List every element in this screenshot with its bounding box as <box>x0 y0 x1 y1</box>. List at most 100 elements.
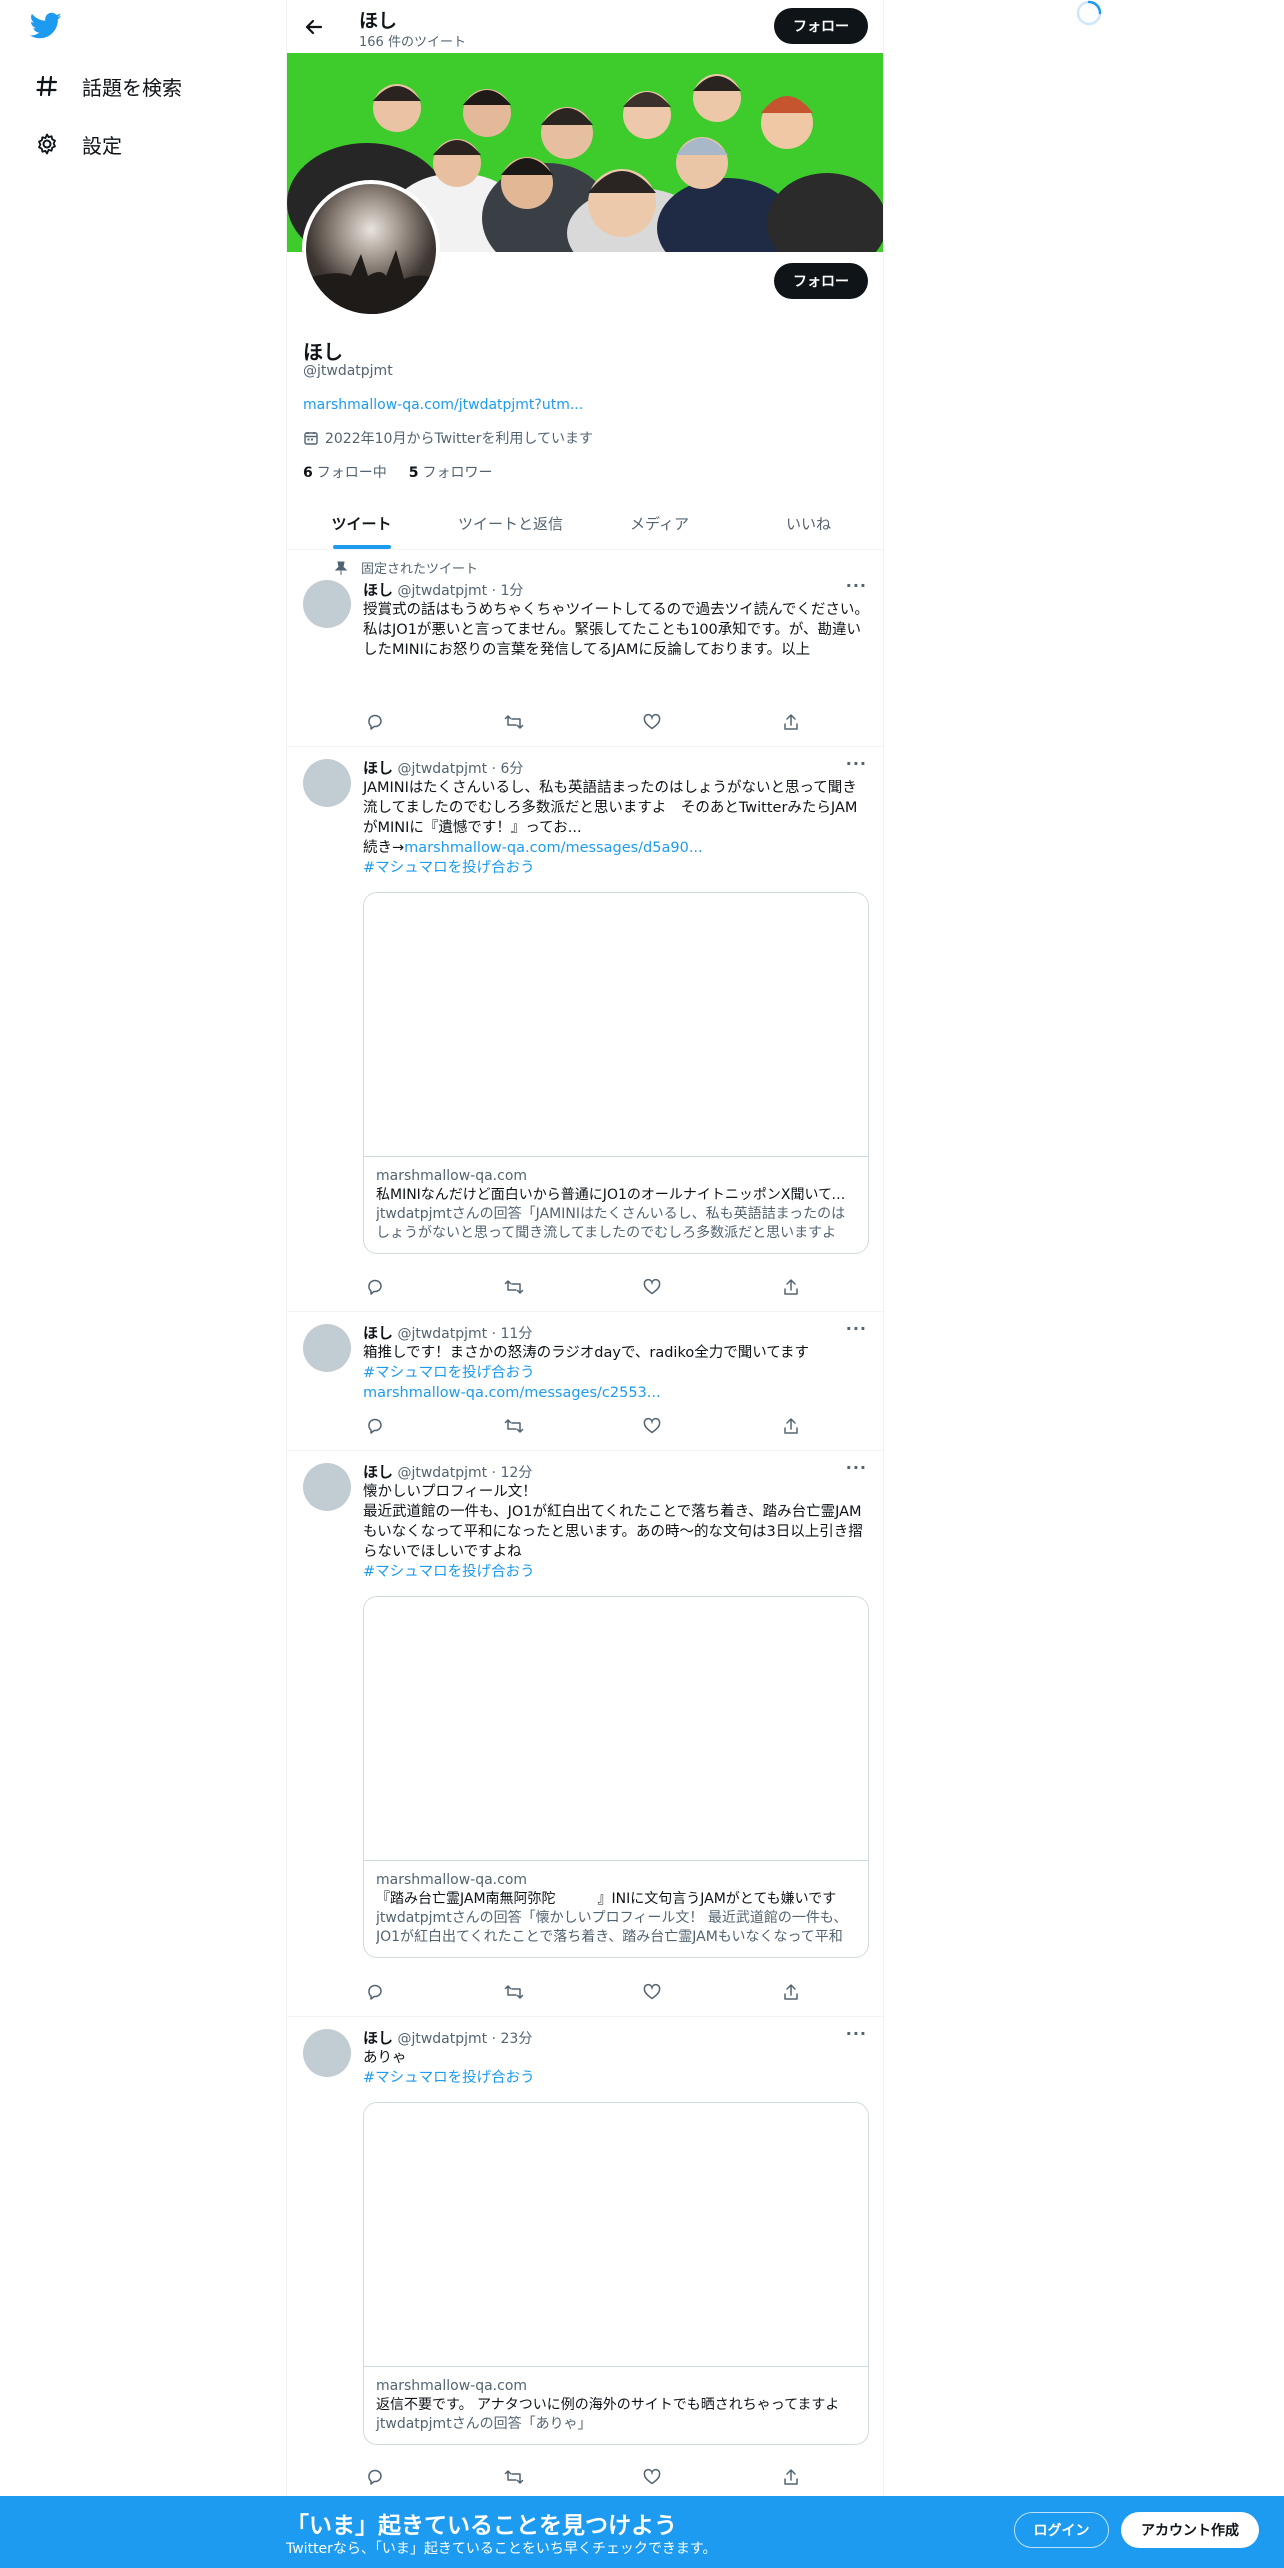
followers-link[interactable]: 5 フォロワー <box>409 462 493 482</box>
like-icon[interactable] <box>640 1982 664 2002</box>
retweet-icon[interactable] <box>502 1416 526 1436</box>
like-icon[interactable] <box>640 1277 664 1297</box>
share-icon[interactable] <box>779 1982 803 2002</box>
tab-tweets-and-replies[interactable]: ツイートと返信 <box>436 497 585 549</box>
like-icon[interactable] <box>640 712 664 732</box>
tweet-header: ほし @jtwdatpjmt · 6分 <box>363 757 523 778</box>
tweet-meta: @jtwdatpjmt · 12分 <box>397 1465 533 1481</box>
link-card[interactable]: marshmallow-qa.com 返信不要です。 アナタついに例の海外のサイ… <box>363 2102 869 2445</box>
tweet-item[interactable]: 固定されたツイート ほし @jtwdatpjmt · 1分 ··· 授賞式の話は… <box>287 550 883 747</box>
tweet-header: ほし @jtwdatpjmt · 12分 <box>363 1461 532 1482</box>
continue-link[interactable]: marshmallow-qa.com/messages/d5a90... <box>404 840 703 856</box>
following-link[interactable]: 6 フォロー中 <box>303 462 387 482</box>
signup-button[interactable]: アカウント作成 <box>1121 2512 1259 2548</box>
tweet-text: 箱推しです！まさかの怒涛のラジオdayで、radiko全力で聞いてます #マシュ… <box>363 1343 869 1403</box>
hashtag-link[interactable]: #マシュマロを投げ合おう <box>363 2070 535 2086</box>
tweet-author-name[interactable]: ほし <box>363 759 393 777</box>
back-arrow-icon[interactable] <box>299 12 329 42</box>
tweet-header: ほし @jtwdatpjmt · 11分 <box>363 1322 532 1343</box>
hashtag-link[interactable]: #マシュマロを投げ合おう <box>363 860 535 876</box>
avatar[interactable] <box>303 1324 351 1372</box>
hashtag-link[interactable]: #マシュマロを投げ合おう <box>363 1564 535 1580</box>
tab-likes[interactable]: いいね <box>734 497 883 549</box>
reply-icon[interactable] <box>363 1416 387 1436</box>
header-name: ほし <box>359 10 398 32</box>
more-icon[interactable]: ··· <box>846 576 867 595</box>
tweet-item[interactable]: ほし @jtwdatpjmt · 6分 ··· JAMINIはたくさんいるし、私… <box>287 747 883 1312</box>
tweet-author-name[interactable]: ほし <box>363 581 393 599</box>
profile-follow-button[interactable]: フォロー <box>774 263 868 299</box>
share-icon[interactable] <box>779 2467 803 2487</box>
profile-website-link[interactable]: marshmallow-qa.com/jtwdatpjmt?utm... <box>303 397 583 413</box>
tweet-item[interactable]: ほし @jtwdatpjmt · 12分 ··· 懐かしいプロフィール文！ 最近… <box>287 1451 883 2017</box>
avatar[interactable] <box>303 580 351 628</box>
tweet-meta: @jtwdatpjmt · 6分 <box>397 761 524 777</box>
share-icon[interactable] <box>779 712 803 732</box>
tweet-text-line: 箱推しです！まさかの怒涛のラジオdayで、radiko全力で聞いてます <box>363 1345 810 1361</box>
reply-icon[interactable] <box>363 1277 387 1297</box>
like-icon[interactable] <box>640 2467 664 2487</box>
more-icon[interactable]: ··· <box>846 2024 867 2043</box>
tweet-item[interactable]: ほし @jtwdatpjmt · 23分 ··· ありゃ #マシュマロを投げ合お… <box>287 2017 883 2517</box>
avatar[interactable] <box>303 2029 351 2077</box>
tweet-text-line: 授賞式の話はもうめちゃくちゃツイートしてるので過去ツイ読んでください。 <box>363 602 869 618</box>
card-title: 返信不要です。 アナタついに例の海外のサイトでも晒されちゃってますよ <box>376 2397 840 2413</box>
tweet-author-name[interactable]: ほし <box>363 1463 393 1481</box>
share-icon[interactable] <box>779 1416 803 1436</box>
profile-avatar[interactable] <box>302 180 440 318</box>
card-description: jtwdatpjmtさんの回答「ありゃ」 <box>376 2416 592 2432</box>
profile-name: ほし <box>303 340 343 364</box>
gear-icon <box>34 131 60 157</box>
twitter-bird-icon[interactable] <box>29 12 66 44</box>
tweet-link[interactable]: marshmallow-qa.com/messages/c2553... <box>363 1385 661 1401</box>
nav-explore[interactable]: 話題を検索 <box>34 66 182 106</box>
card-meta: marshmallow-qa.com 私MINIなんだけど面白いから普通にJO1… <box>364 1157 868 1253</box>
tweet-author-name[interactable]: ほし <box>363 1324 393 1342</box>
card-title: 私MINIなんだけど面白いから普通にJO1のオールナイトニッポンX聞いてます <box>376 1187 856 1203</box>
tweet-author-name[interactable]: ほし <box>363 2029 393 2047</box>
tweet-text-line: ありゃ <box>363 2050 407 2066</box>
share-icon[interactable] <box>779 1277 803 1297</box>
retweet-icon[interactable] <box>502 2467 526 2487</box>
card-title: 『踏み台亡霊JAM南無阿弥陀 』INIに文句言うJAMがとても嫌いです <box>376 1891 837 1907</box>
signup-banner-title: 「いま」起きていることを見つけよう <box>286 2513 677 2539</box>
reply-icon[interactable] <box>363 712 387 732</box>
link-card[interactable]: marshmallow-qa.com 私MINIなんだけど面白いから普通にJO1… <box>363 892 869 1254</box>
retweet-icon[interactable] <box>502 1982 526 2002</box>
avatar[interactable] <box>303 759 351 807</box>
hashtag-link[interactable]: #マシュマロを投げ合おう <box>363 1365 535 1381</box>
continue-prefix: 続き→ <box>363 840 405 856</box>
retweet-icon[interactable] <box>502 712 526 732</box>
login-button[interactable]: ログイン <box>1014 2512 1109 2548</box>
more-icon[interactable]: ··· <box>846 1458 867 1477</box>
card-domain: marshmallow-qa.com <box>376 1168 528 1184</box>
header-tweet-count: 166 件のツイート <box>359 35 466 50</box>
card-image <box>364 2103 868 2367</box>
card-description: jtwdatpjmtさんの回答「JAMINIはたくさんいるし、私も英語詰まったの… <box>376 1206 846 1241</box>
signup-banner: 「いま」起きていることを見つけよう Twitterなら、「いま」起きていることを… <box>0 2496 1284 2568</box>
tweet-text-line: 懐かしいプロフィール文！ <box>363 1484 537 1500</box>
tweet-text-line: 私はJO1が悪いと言ってません。緊張してたことも100承知です。が、勘違いしたM… <box>363 622 862 658</box>
tweet-meta: @jtwdatpjmt · 23分 <box>397 2031 533 2047</box>
header-follow-button[interactable]: フォロー <box>774 8 868 44</box>
tweet-actions <box>363 2467 803 2487</box>
profile-follow-stats: 6 フォロー中 5 フォロワー <box>303 462 493 482</box>
following-count: 6 <box>303 465 313 481</box>
nav-settings[interactable]: 設定 <box>34 124 122 164</box>
more-icon[interactable]: ··· <box>846 754 867 773</box>
tweet-text-line: JAMINIはたくさんいるし、私も英語詰まったのはしょうがないと思って聞き流して… <box>363 780 858 836</box>
tweet-meta: @jtwdatpjmt · 11分 <box>397 1326 533 1342</box>
avatar[interactable] <box>303 1463 351 1511</box>
tab-tweets[interactable]: ツイート <box>287 497 436 549</box>
tweet-item[interactable]: ほし @jtwdatpjmt · 11分 ··· 箱推しです！まさかの怒涛のラジ… <box>287 1312 883 1451</box>
more-icon[interactable]: ··· <box>846 1319 867 1338</box>
profile-column: ほし 166 件のツイート フォロー フォロー ほし @jtwdatpjmt m… <box>286 0 884 2568</box>
tab-media[interactable]: メディア <box>585 497 734 549</box>
retweet-icon[interactable] <box>502 1277 526 1297</box>
reply-icon[interactable] <box>363 1982 387 2002</box>
tweet-text: ありゃ #マシュマロを投げ合おう <box>363 2048 869 2088</box>
tweet-actions <box>363 1982 803 2002</box>
reply-icon[interactable] <box>363 2467 387 2487</box>
link-card[interactable]: marshmallow-qa.com 『踏み台亡霊JAM南無阿弥陀 』INIに文… <box>363 1596 869 1958</box>
like-icon[interactable] <box>640 1416 664 1436</box>
